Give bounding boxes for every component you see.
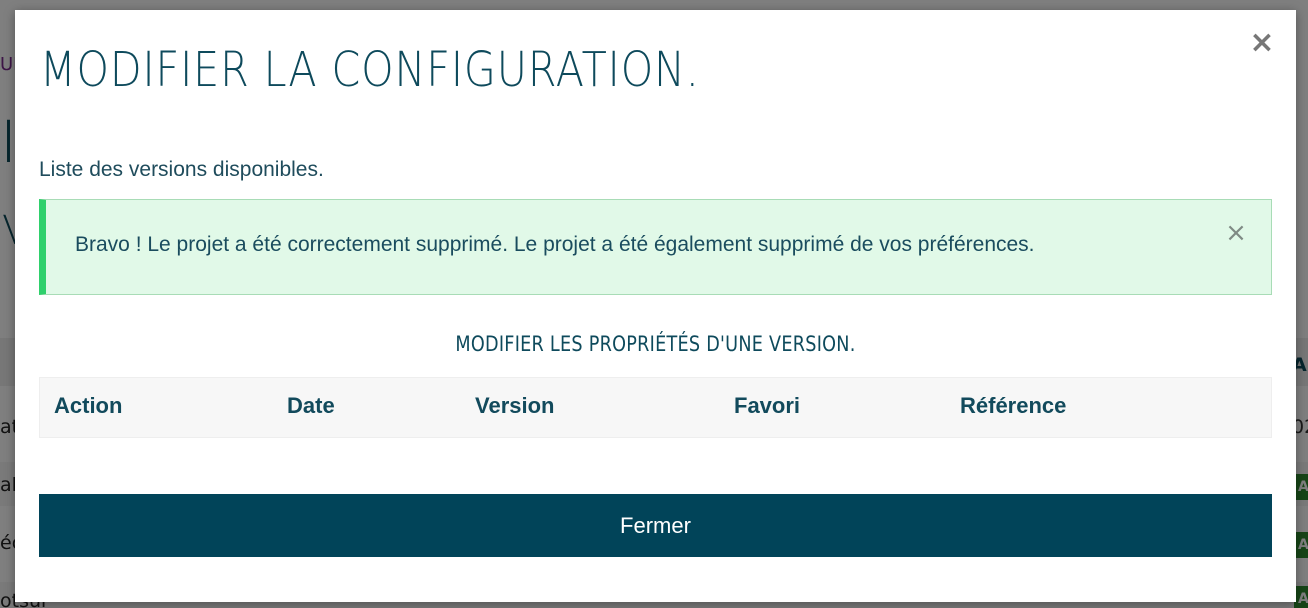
column-header-favori: Favori xyxy=(734,393,801,418)
column-header-date: Date xyxy=(287,393,335,418)
close-button[interactable]: Fermer xyxy=(39,494,1272,557)
modal-title: Modifier la configuration. xyxy=(40,42,700,98)
column-header-action: Action xyxy=(54,393,123,418)
section-title: Modifier les propriétés d'une version. xyxy=(455,332,856,356)
close-icon[interactable]: × xyxy=(1247,28,1277,58)
success-alert: Bravo ! Le projet a été correctement sup… xyxy=(39,199,1272,295)
modal-subtitle: Liste des versions disponibles. xyxy=(39,158,324,181)
versions-table-header: Action Date Version Favori Référence xyxy=(39,377,1272,438)
column-header-reference: Référence xyxy=(960,393,1067,418)
configuration-modal: × Modifier la configuration. Liste des v… xyxy=(15,10,1296,602)
alert-message: Bravo ! Le projet a été correctement sup… xyxy=(75,233,1035,256)
alert-close-icon[interactable]: × xyxy=(1223,218,1249,248)
column-header-version: Version xyxy=(475,393,555,418)
